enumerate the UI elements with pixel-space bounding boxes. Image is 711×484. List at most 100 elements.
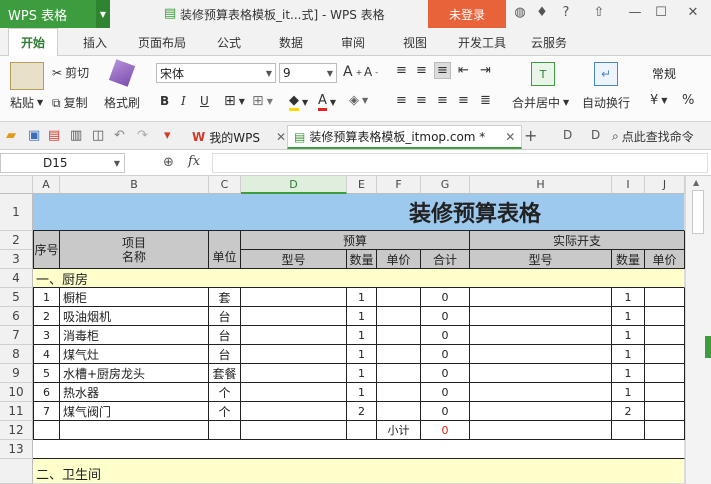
row-header[interactable]: 11	[0, 402, 33, 421]
item-total-cell[interactable]: 0	[421, 307, 470, 326]
item-total-cell[interactable]: 0	[421, 326, 470, 345]
header-qty-actual[interactable]: 数量	[612, 250, 645, 269]
column-header[interactable]: B	[60, 176, 209, 194]
zoom-icon[interactable]: ⊕	[163, 155, 174, 170]
item-total-cell[interactable]: 0	[421, 364, 470, 383]
underline-button[interactable]: U	[200, 94, 209, 108]
pdf-icon[interactable]: ▤	[48, 128, 60, 143]
tab-page-layout[interactable]: 页面布局	[138, 28, 186, 56]
indent-increase-icon[interactable]: ⇥	[480, 63, 491, 78]
item-name-cell[interactable]: 消毒柜	[60, 326, 209, 345]
cut-button[interactable]: ✂ 剪切	[52, 64, 89, 81]
cell[interactable]	[241, 326, 347, 345]
empty-row[interactable]	[33, 440, 685, 459]
item-name-cell[interactable]: 吸油烟机	[60, 307, 209, 326]
cell[interactable]	[377, 383, 421, 402]
row-header[interactable]: 4	[0, 269, 33, 288]
column-header[interactable]: I	[612, 176, 645, 194]
item-n-cell[interactable]: 5	[33, 364, 60, 383]
header-actual[interactable]: 实际开支	[470, 231, 685, 250]
border-style-icon[interactable]: ⊞ ▼	[252, 93, 273, 109]
item-qty2-cell[interactable]: 1	[612, 345, 645, 364]
merge-center-button[interactable]: 合并居中 ▼	[512, 94, 569, 111]
item-n-cell[interactable]: 4	[33, 345, 60, 364]
align-left-icon[interactable]: ≡	[396, 93, 407, 108]
cell[interactable]	[645, 383, 685, 402]
cell[interactable]	[470, 402, 612, 421]
column-header[interactable]: C	[209, 176, 241, 194]
italic-button[interactable]: I	[181, 94, 186, 108]
cell[interactable]	[241, 402, 347, 421]
cell[interactable]	[60, 421, 209, 440]
row-header[interactable]: 1	[0, 194, 33, 231]
item-unit-cell[interactable]: 套	[209, 288, 241, 307]
column-header[interactable]: D	[241, 176, 347, 194]
item-name-cell[interactable]: 煤气阀门	[60, 402, 209, 421]
column-header[interactable]: H	[470, 176, 612, 194]
brush-icon[interactable]	[108, 59, 136, 87]
row-header[interactable]: 9	[0, 364, 33, 383]
cell[interactable]	[470, 326, 612, 345]
doctab-my-wps[interactable]: W 我的WPS ✕	[186, 125, 292, 149]
cell[interactable]	[645, 402, 685, 421]
align-right-icon[interactable]: ≡	[437, 93, 448, 108]
header-unit[interactable]: 单位	[209, 231, 241, 269]
tab-developer[interactable]: 开发工具	[458, 28, 506, 56]
header-qty[interactable]: 数量	[347, 250, 377, 269]
cell[interactable]	[241, 345, 347, 364]
vertical-scrollbar[interactable]: ▲	[685, 176, 711, 484]
item-qty-cell[interactable]: 1	[347, 326, 377, 345]
cell[interactable]	[241, 421, 347, 440]
header-item-name[interactable]: 项目名称	[60, 231, 209, 269]
item-qty-cell[interactable]: 2	[347, 402, 377, 421]
wrap-text-button[interactable]: 自动换行	[582, 94, 630, 111]
cell[interactable]	[377, 326, 421, 345]
column-header[interactable]: J	[645, 176, 685, 194]
cell[interactable]	[645, 288, 685, 307]
cell[interactable]	[470, 421, 612, 440]
align-bottom-icon[interactable]: ≡	[434, 62, 451, 79]
cell[interactable]	[377, 364, 421, 383]
column-header[interactable]: F	[377, 176, 421, 194]
close-tab-icon[interactable]: ✕	[276, 130, 286, 144]
item-unit-cell[interactable]: 个	[209, 402, 241, 421]
align-top-icon[interactable]: ≡	[396, 63, 407, 78]
item-unit-cell[interactable]: 台	[209, 345, 241, 364]
cell[interactable]	[645, 326, 685, 345]
item-qty2-cell[interactable]: 1	[612, 364, 645, 383]
item-qty2-cell[interactable]: 1	[612, 383, 645, 402]
row-header[interactable]	[0, 459, 33, 484]
cell[interactable]	[377, 345, 421, 364]
d-icon[interactable]: D	[563, 128, 572, 142]
currency-icon[interactable]: ¥ ▼	[650, 93, 667, 108]
border-icon[interactable]: ⊞ ▼	[224, 93, 245, 109]
cell[interactable]	[470, 383, 612, 402]
item-unit-cell[interactable]: 个	[209, 383, 241, 402]
print-preview-icon[interactable]: ◫	[92, 128, 104, 143]
tab-home[interactable]: 开始	[8, 28, 59, 56]
cell[interactable]	[645, 364, 685, 383]
item-name-cell[interactable]: 水槽+厨房龙头	[60, 364, 209, 383]
cell[interactable]	[347, 421, 377, 440]
item-name-cell[interactable]: 橱柜	[60, 288, 209, 307]
cell[interactable]	[377, 402, 421, 421]
align-middle-icon[interactable]: ≡	[416, 63, 427, 78]
percent-icon[interactable]: %	[682, 93, 694, 108]
skin-icon[interactable]: ◍	[511, 5, 529, 20]
copy-button[interactable]: ⧉ 复制	[52, 94, 88, 111]
cell[interactable]	[645, 345, 685, 364]
cell[interactable]	[470, 307, 612, 326]
align-center-icon[interactable]: ≡	[416, 93, 427, 108]
format-painter-button[interactable]: 格式刷	[104, 94, 140, 111]
item-unit-cell[interactable]: 台	[209, 326, 241, 345]
row-header[interactable]: 8	[0, 345, 33, 364]
d-icon-2[interactable]: D	[591, 128, 600, 142]
select-all-corner[interactable]	[0, 176, 33, 194]
merge-center-icon[interactable]: T	[531, 62, 555, 86]
cell[interactable]	[241, 364, 347, 383]
item-qty-cell[interactable]: 1	[347, 288, 377, 307]
font-color-icon[interactable]: A ▼	[318, 93, 336, 111]
fill-color-icon[interactable]: ◆ ▼	[289, 93, 308, 111]
item-qty2-cell[interactable]: 2	[612, 402, 645, 421]
wrap-text-icon[interactable]: ↵	[594, 62, 618, 86]
